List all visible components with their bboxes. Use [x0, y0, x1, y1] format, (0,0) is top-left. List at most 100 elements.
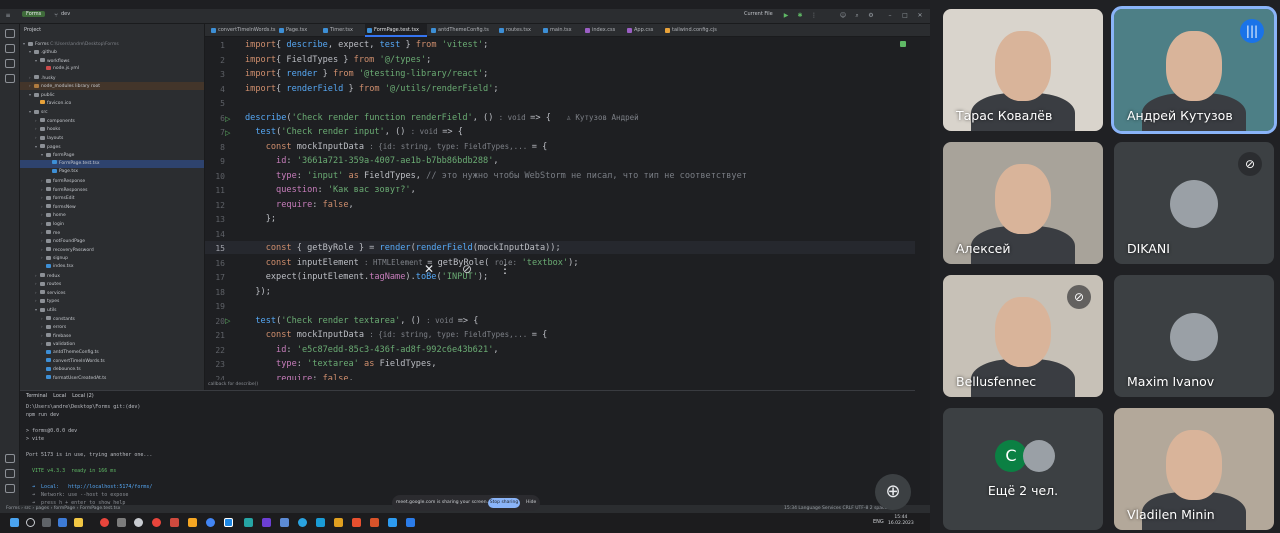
tree-item[interactable]: ▾ utils [20, 306, 204, 314]
editor-tab[interactable]: Page.tsx [277, 24, 319, 37]
code-line[interactable]: id: '3661a721-359a-4007-ae1b-b7bb86bdb28… [245, 156, 499, 166]
app-icon[interactable] [244, 518, 253, 527]
code-line[interactable]: type: 'textarea' as FieldTypes, [245, 359, 436, 369]
git-tool-icon[interactable] [5, 484, 15, 493]
telegram-icon[interactable] [298, 518, 307, 527]
editor-tab[interactable]: Timer.tsx [321, 24, 363, 37]
status-info[interactable]: 15:34 Language Services CRLF UTF-8 2 spa… [784, 505, 890, 513]
tree-item[interactable]: › formResponses [20, 186, 204, 194]
tree-item[interactable]: › constants [20, 315, 204, 323]
tree-item[interactable]: › node_modules library root [20, 82, 204, 91]
code-line[interactable]: const inputElement : HTMLElement = getBy… [245, 258, 579, 268]
tree-item[interactable]: › validation [20, 340, 204, 348]
tree-item[interactable]: › components [20, 117, 204, 125]
project-panel-title[interactable]: Project [20, 24, 204, 36]
tree-item[interactable]: FormPage.test.tsx [20, 159, 204, 168]
project-tool-icon[interactable] [5, 29, 15, 38]
hide-button[interactable]: Hide [526, 495, 536, 511]
debug-icon[interactable]: ✱ [796, 12, 804, 20]
editor-tab[interactable]: antdThemeConfig.ts [429, 24, 495, 37]
tree-item[interactable]: › recoveryPassword [20, 246, 204, 254]
participant-tile[interactable]: Тарас Ковалёв [943, 9, 1103, 131]
close-icon[interactable]: ✕ [916, 12, 924, 20]
terminal-tab[interactable]: Local [53, 391, 66, 402]
tree-item[interactable]: ▾ .github [20, 48, 204, 56]
menu-icon[interactable]: ≡ [4, 12, 12, 20]
minimize-icon[interactable]: – [886, 12, 894, 20]
app-icon[interactable] [370, 518, 379, 527]
code-line[interactable]: id: 'e5c87edd-85c3-436f-ad8f-992c6e43b62… [245, 345, 499, 355]
participant-tile[interactable]: Алексей [943, 142, 1103, 264]
stop-sharing-button[interactable]: Stop sharing [488, 498, 520, 508]
tree-item[interactable]: › me [20, 229, 204, 237]
app-icon[interactable] [117, 518, 126, 527]
vscode-icon[interactable] [388, 518, 397, 527]
tree-item[interactable]: ▾ pages [20, 143, 204, 151]
more-options-icon[interactable]: ⋮ [497, 261, 513, 277]
pin-off-icon[interactable]: ✕ [421, 261, 437, 277]
zoom-icon[interactable]: ⊕ [875, 474, 911, 510]
code-line[interactable]: type: 'input' as FieldTypes, // это нужн… [245, 171, 747, 181]
editor-tab[interactable]: index.css [583, 24, 623, 37]
participant-tile[interactable]: Vladilen Minin [1114, 408, 1274, 530]
tree-item[interactable]: › routes [20, 280, 204, 288]
participant-tile[interactable]: DIKANI ⊘ [1114, 142, 1274, 264]
more-icon[interactable]: ⋮ [810, 12, 818, 20]
tree-item[interactable]: › services [20, 289, 204, 297]
participant-tile[interactable]: С Ещё 2 чел. [943, 408, 1103, 530]
tree-root[interactable]: ▾ Forms C:\Users\andre\Desktop\Forms [23, 40, 204, 48]
editor-tab[interactable]: routes.tsx [497, 24, 539, 37]
tree-item[interactable]: › redux [20, 272, 204, 280]
tree-item[interactable]: antdThemeConfig.ts [20, 349, 204, 357]
app-icon[interactable] [58, 518, 67, 527]
terminal-tool-icon[interactable] [5, 454, 15, 463]
editor-tab[interactable]: FormPage.test.tsx [365, 24, 427, 37]
code-line[interactable]: import{ render } from '@testing-library/… [245, 69, 488, 79]
code-editor[interactable]: 1 import{ describe, expect, test } from '… [205, 37, 915, 390]
tree-item[interactable]: debounce.ts [20, 366, 204, 374]
code-line[interactable]: const mockInputData : {id: string, type:… [245, 142, 548, 152]
editor-tab[interactable]: main.tsx [541, 24, 581, 37]
settings-icon[interactable]: ⚙ [867, 12, 875, 20]
problems-tool-icon[interactable] [5, 469, 15, 478]
tree-item[interactable]: › notFoundPage [20, 237, 204, 245]
code-line[interactable]: const { getByRole } = render(renderField… [245, 243, 561, 253]
editor-tab[interactable]: convertTimeInWords.ts [209, 24, 276, 37]
explorer-icon[interactable] [74, 518, 83, 527]
maximize-icon[interactable]: □ [901, 12, 909, 20]
tree-item[interactable]: node.js.yml [20, 65, 204, 73]
search-icon[interactable]: ⌕ [853, 12, 861, 20]
code-line[interactable]: }; [245, 214, 276, 224]
chrome-icon[interactable] [100, 518, 109, 527]
app-icon[interactable] [188, 518, 197, 527]
tree-item[interactable]: › signup [20, 254, 204, 262]
editor-breadcrumb[interactable]: callback for describe() [205, 380, 915, 390]
code-line[interactable]: import{ renderField } from '@/utils/rend… [245, 84, 499, 94]
app-icon[interactable] [316, 518, 325, 527]
search-taskbar-icon[interactable] [26, 518, 35, 527]
participant-tile[interactable]: Maxim Ivanov [1114, 275, 1274, 397]
app-icon[interactable] [206, 518, 215, 527]
run-gutter-icon[interactable]: ▷ [225, 318, 232, 325]
tree-item[interactable]: favicon.ico [20, 100, 204, 108]
tree-item[interactable]: ▾ workflows [20, 57, 204, 65]
tree-item[interactable]: › formsNew [20, 203, 204, 211]
keyboard-language[interactable]: ENG [873, 519, 884, 525]
tree-item[interactable]: › formsEdit [20, 194, 204, 202]
task-view-icon[interactable] [42, 518, 51, 527]
terminal-tab[interactable]: Local (2) [72, 391, 94, 402]
participant-tile[interactable]: Bellusfennec ⊘ [943, 275, 1103, 397]
start-icon[interactable] [10, 518, 19, 527]
code-line[interactable]: describe('Check render function renderFi… [245, 113, 639, 123]
pull-requests-icon[interactable] [5, 59, 15, 68]
app-icon[interactable] [280, 518, 289, 527]
terminal-tab[interactable]: Terminal [26, 391, 47, 402]
tree-item[interactable]: › login [20, 220, 204, 228]
tree-item[interactable]: › layouts [20, 134, 204, 142]
app-icon[interactable] [334, 518, 343, 527]
run-gutter-icon[interactable]: ▷ [225, 116, 232, 123]
run-icon[interactable]: ▶ [782, 12, 790, 20]
tree-item[interactable]: › home [20, 211, 204, 219]
app-icon[interactable] [406, 518, 415, 527]
code-line[interactable]: import{ describe, expect, test } from 'v… [245, 40, 488, 50]
